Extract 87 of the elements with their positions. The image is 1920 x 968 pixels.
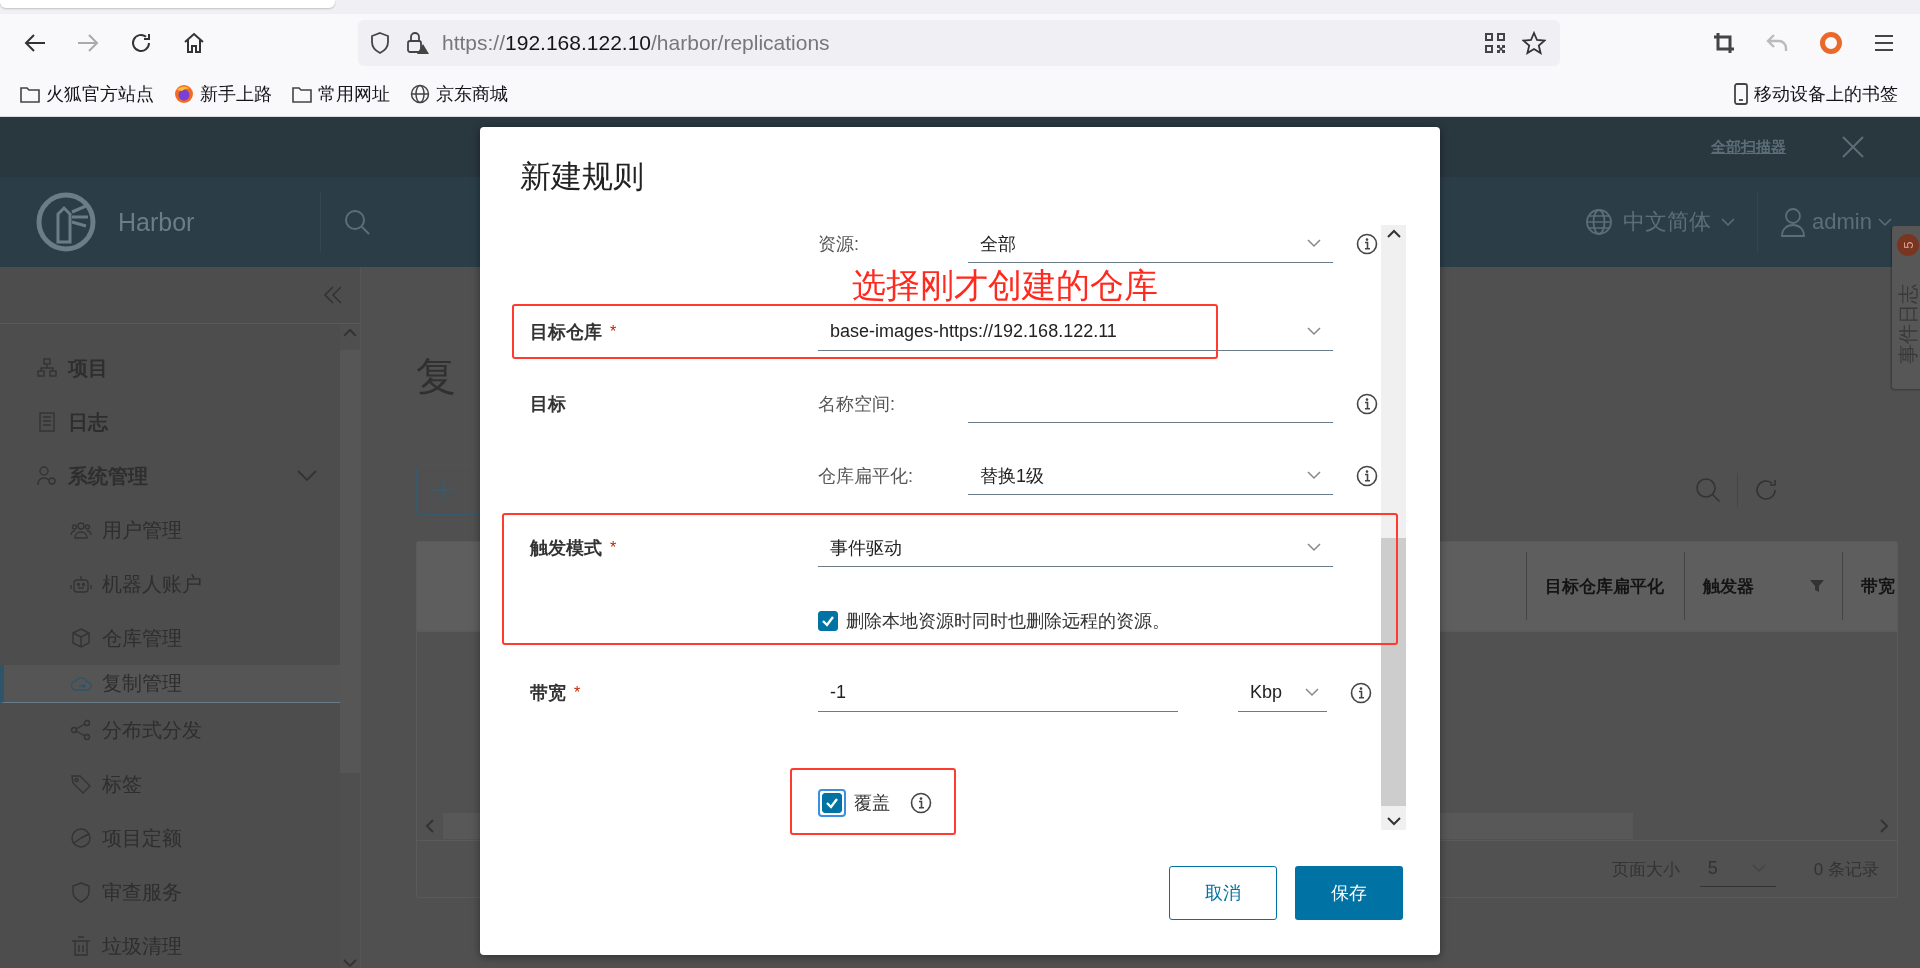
select-field[interactable]: 替换1级 [968, 457, 1333, 495]
field-label: 带宽 [530, 682, 566, 705]
forward-icon[interactable] [77, 33, 99, 53]
bookmark[interactable]: 常用网址 [292, 82, 390, 106]
brand-name[interactable]: Harbor [118, 207, 298, 237]
field-label: 名称空间: [818, 393, 896, 416]
users-icon [70, 519, 92, 541]
chevron-down-icon [1721, 217, 1735, 227]
scroll-down-icon[interactable] [1386, 816, 1401, 826]
tag-icon [70, 773, 92, 795]
info-icon[interactable] [910, 792, 932, 814]
chevron-down-icon [1307, 327, 1321, 336]
lock-warning-icon[interactable] [406, 31, 430, 55]
unit-select[interactable]: Kbp [1238, 674, 1327, 712]
cube-icon [70, 627, 92, 649]
save-button[interactable]: 保存 [1295, 866, 1403, 920]
address-bar[interactable]: https://192.168.122.10/harbor/replications [358, 20, 1560, 66]
shield-icon[interactable] [370, 32, 390, 54]
checkbox[interactable] [822, 793, 842, 813]
chevron-down-icon [1307, 543, 1321, 552]
required-mark: * [574, 684, 581, 702]
document-icon [36, 411, 58, 433]
shield-icon [70, 881, 92, 903]
scroll-up-icon[interactable] [1386, 229, 1401, 239]
select-field[interactable]: base-images-https://192.168.122.11 [818, 313, 1333, 351]
user-gear-icon [36, 465, 58, 487]
required-mark: * [610, 539, 617, 557]
share-icon [70, 719, 92, 741]
annotation-text: 选择刚才创建的仓库 [852, 265, 1159, 306]
home-icon[interactable] [183, 32, 205, 54]
select-field[interactable]: 全部 [968, 225, 1333, 263]
scanners-link[interactable]: 全部扫描器 [1711, 137, 1786, 157]
checkbox[interactable] [818, 611, 838, 631]
count-badge: 5 [1897, 234, 1919, 256]
star-icon[interactable] [1522, 31, 1546, 55]
reload-icon[interactable] [130, 32, 152, 54]
crop-icon[interactable] [1713, 32, 1735, 54]
bookmark[interactable]: 新手上路 [174, 82, 272, 106]
field-label: 目标 [530, 393, 566, 416]
chevron-down-icon [1307, 471, 1321, 480]
bookmark[interactable]: 移动设备上的书签 [1734, 82, 1898, 106]
info-icon[interactable] [1356, 465, 1378, 487]
chevron-down-icon [1307, 239, 1321, 248]
info-icon[interactable] [1356, 233, 1378, 255]
back-icon[interactable] [24, 33, 46, 53]
dialog-title: 新建规则 [519, 158, 645, 196]
check-icon [821, 615, 835, 627]
checkbox-label: 覆盖 [854, 792, 890, 815]
column-header[interactable]: 带宽 [1861, 574, 1895, 598]
field-label: 目标仓库 [530, 321, 602, 344]
qr-code-icon[interactable] [1484, 32, 1506, 54]
select-field[interactable]: 事件驱动 [818, 529, 1333, 567]
globe-icon [1585, 208, 1613, 236]
trash-icon [70, 935, 92, 957]
check-icon [825, 797, 839, 809]
bookmark[interactable]: 火狐官方站点 [20, 82, 154, 106]
user-icon [1780, 207, 1806, 237]
column-header[interactable]: 触发器 [1703, 574, 1754, 598]
field-label: 触发模式 [530, 537, 602, 560]
pie-icon [70, 827, 92, 849]
globe-icon [410, 84, 430, 104]
checkbox-label: 删除本地资源时同时也删除远程的资源。 [846, 610, 1170, 633]
required-mark: * [610, 323, 617, 341]
hierarchy-icon [36, 357, 58, 379]
lighthouse-logo-icon[interactable] [36, 192, 96, 252]
chevron-down-icon [1877, 217, 1892, 227]
cancel-button[interactable]: 取消 [1169, 866, 1277, 920]
info-icon[interactable] [1350, 682, 1372, 704]
menu-icon[interactable] [1874, 34, 1894, 52]
plus-icon [433, 480, 453, 500]
close-icon[interactable] [1842, 136, 1864, 158]
phone-icon [1734, 83, 1748, 105]
bookmark[interactable]: 京东商城 [410, 82, 508, 106]
folder-icon [292, 85, 312, 103]
chevron-down-icon [1305, 688, 1319, 697]
input-field[interactable]: -1 [818, 674, 1178, 712]
fox-logo-icon [174, 84, 194, 104]
folder-icon [20, 85, 40, 103]
field-label: 仓库扁平化: [818, 465, 914, 488]
url-text: https://192.168.122.10/harbor/replications [442, 31, 830, 55]
field-label: 资源: [818, 233, 860, 256]
robot-icon [70, 573, 92, 595]
column-header[interactable]: 目标仓库扁平化 [1545, 574, 1664, 598]
ring-icon[interactable] [1819, 31, 1843, 55]
scrollbar[interactable] [1381, 225, 1406, 830]
search-icon[interactable] [343, 208, 371, 236]
info-icon[interactable] [1356, 393, 1378, 415]
